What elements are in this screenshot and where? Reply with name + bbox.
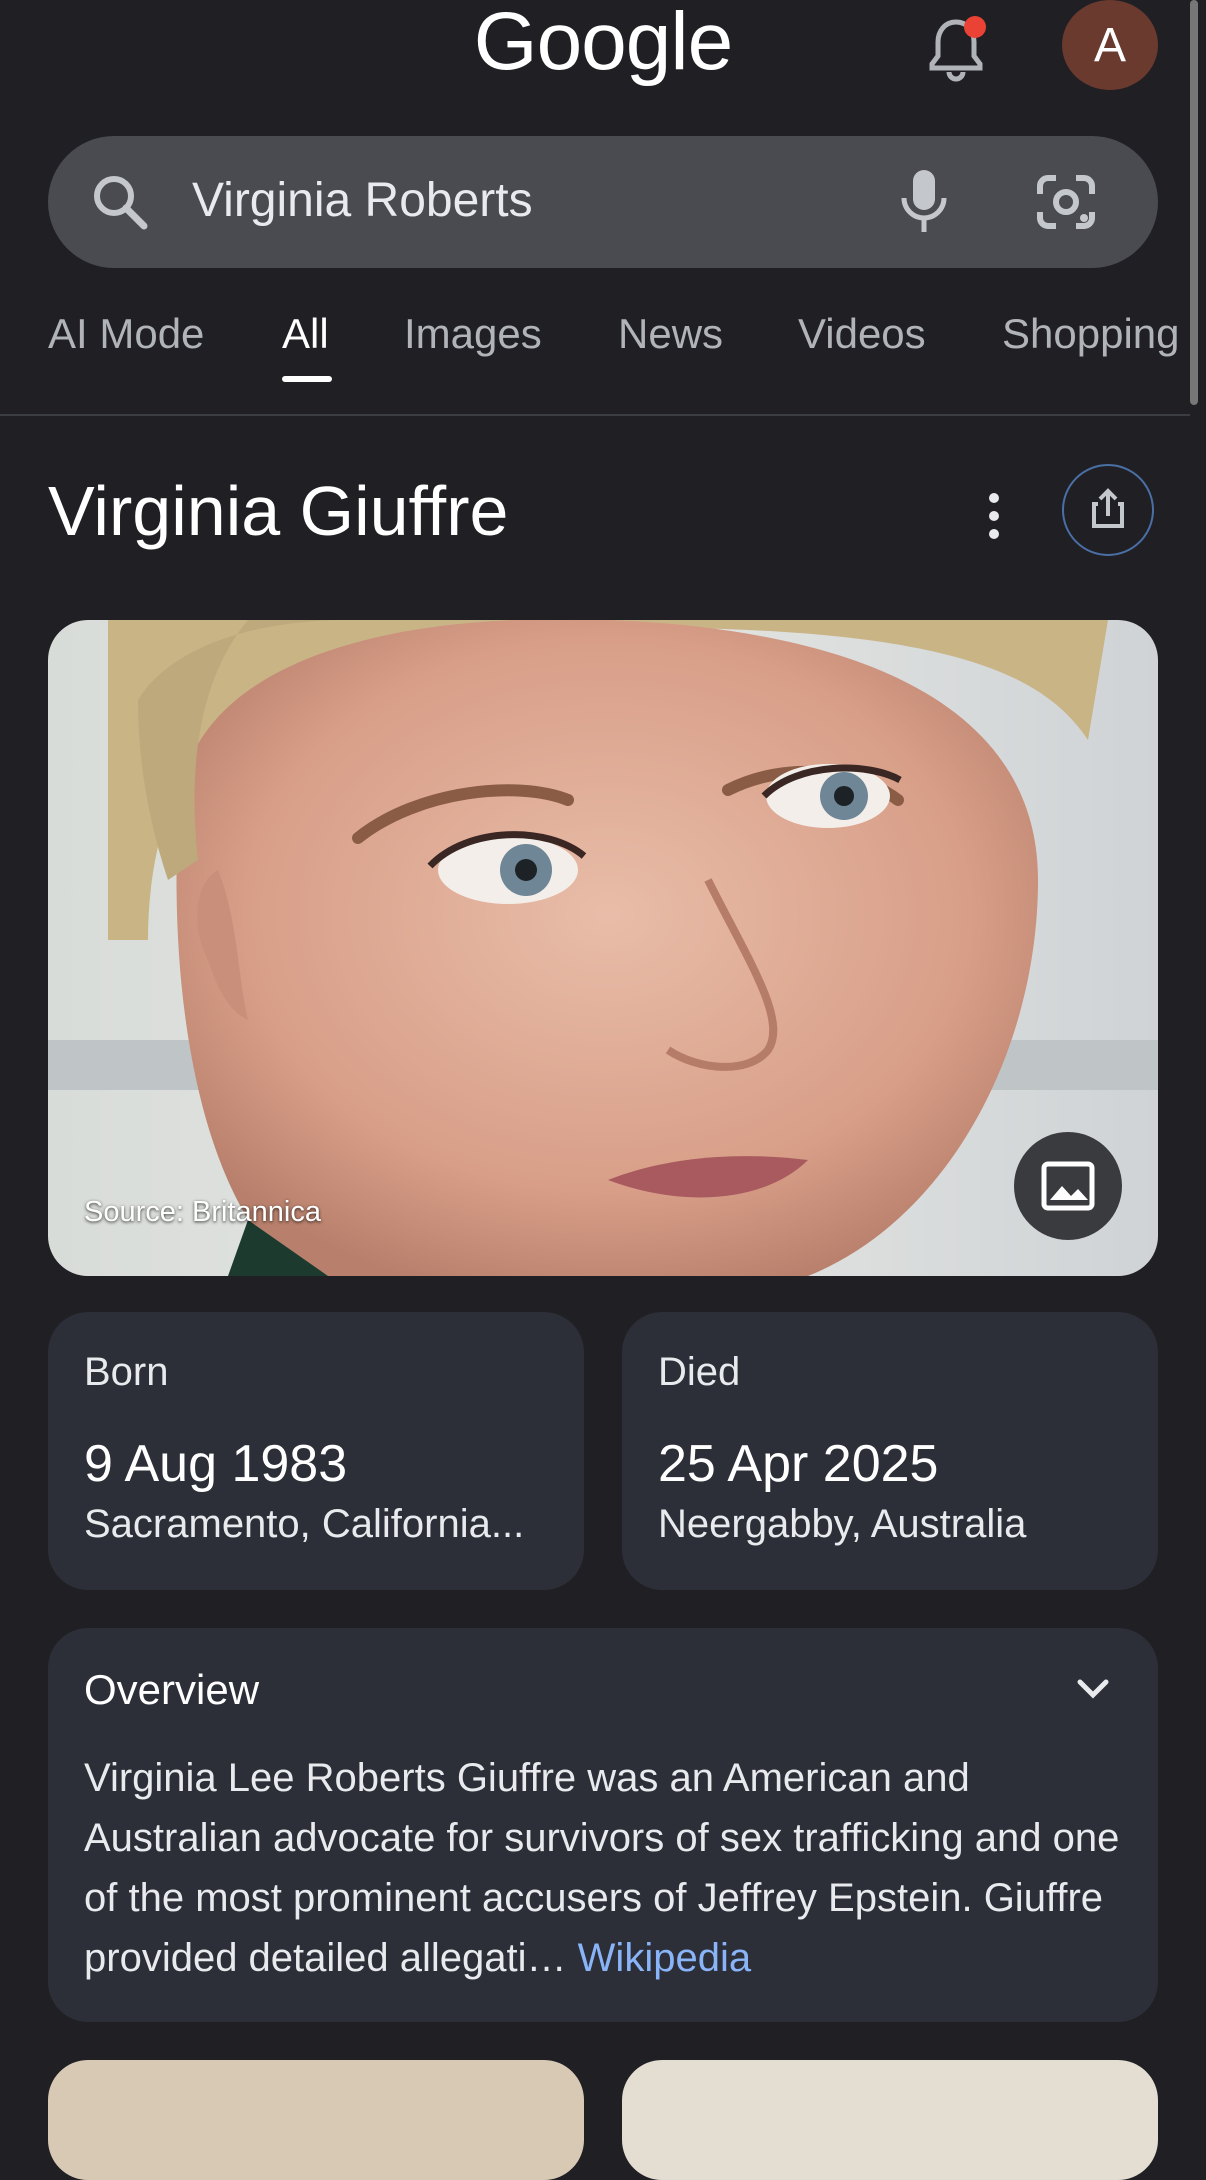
more-images-button[interactable] [1014, 1132, 1122, 1240]
google-lens-icon[interactable] [1034, 172, 1098, 232]
image-source-caption: Source: Britannica [84, 1196, 321, 1228]
tab-images[interactable]: Images [404, 310, 542, 358]
overview-text: Virginia Lee Roberts Giuffre was an Amer… [84, 1748, 1124, 1988]
overview-title: Overview [84, 1666, 260, 1713]
tab-news[interactable]: News [618, 310, 723, 358]
died-date: 25 Apr 2025 [658, 1435, 939, 1493]
notification-badge [964, 16, 986, 38]
active-tab-indicator [282, 376, 332, 382]
image-icon [1041, 1161, 1095, 1211]
share-button[interactable] [1062, 464, 1154, 556]
tab-all[interactable]: All [282, 310, 329, 358]
search-input[interactable]: Virginia Roberts [192, 168, 533, 234]
related-image-thumbnail[interactable] [622, 2060, 1158, 2180]
more-options-icon[interactable] [976, 486, 1012, 546]
overview-card[interactable]: Overview Virginia Lee Roberts Giuffre wa… [48, 1628, 1158, 2022]
born-card[interactable]: Born 9 Aug 1983 Sacramento, California..… [48, 1312, 584, 1590]
born-date: 9 Aug 1983 [84, 1435, 348, 1493]
born-place: Sacramento, California... [84, 1502, 525, 1546]
entity-main-image[interactable] [48, 620, 1158, 1276]
related-image-thumbnail[interactable] [48, 2060, 584, 2180]
entity-title: Virginia Giuffre [48, 472, 509, 550]
died-label: Died [658, 1350, 741, 1394]
microphone-icon[interactable] [896, 168, 952, 234]
notifications-bell-icon[interactable] [920, 12, 992, 84]
search-tabs: AI Mode All Images News Videos Shopping [0, 298, 1190, 416]
wikipedia-link[interactable]: Wikipedia [578, 1936, 751, 1980]
died-place: Neergabby, Australia [658, 1502, 1027, 1546]
scrollbar[interactable] [1190, 0, 1198, 405]
tab-ai-mode[interactable]: AI Mode [48, 310, 204, 358]
chevron-down-icon[interactable] [1068, 1664, 1118, 1714]
tab-shopping[interactable]: Shopping [1002, 310, 1180, 358]
born-label: Born [84, 1350, 169, 1394]
account-avatar[interactable]: A [1062, 0, 1158, 90]
tab-videos[interactable]: Videos [798, 310, 926, 358]
died-card[interactable]: Died 25 Apr 2025 Neergabby, Australia [622, 1312, 1158, 1590]
google-logo[interactable]: Google [0, 0, 1206, 90]
share-icon [1092, 488, 1124, 528]
search-icon[interactable] [88, 170, 152, 234]
